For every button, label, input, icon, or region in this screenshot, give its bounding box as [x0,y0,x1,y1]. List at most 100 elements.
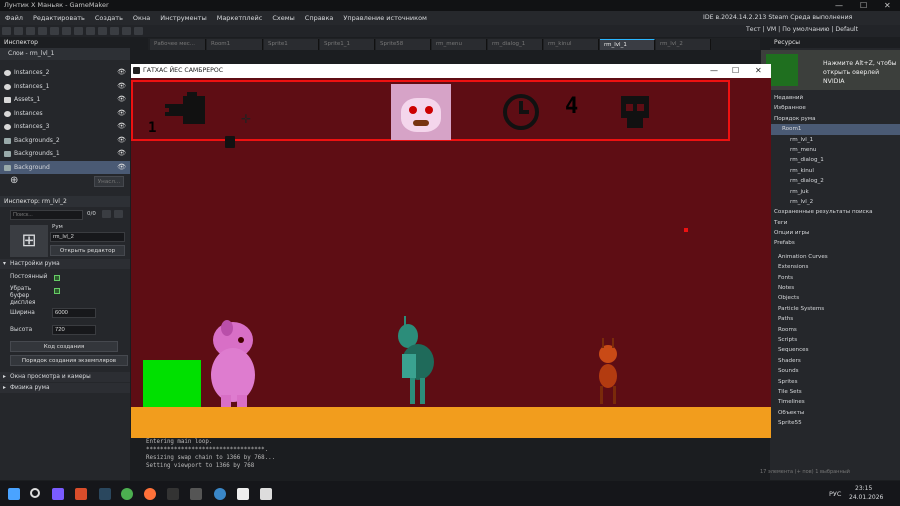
room-settings-section[interactable]: Настройки рума [0,259,130,269]
menu-file[interactable]: Файл [0,11,28,25]
layer-row[interactable]: Instances 👁 [0,107,130,121]
resource-folder[interactable]: Animation Curves [770,252,900,262]
resource-folder[interactable]: Rooms [770,325,900,335]
layer-row[interactable]: Backgrounds_2 👁 [0,134,130,148]
resource-folder[interactable]: Timelines [770,397,900,407]
menu-edit[interactable]: Редактировать [28,11,90,25]
tab-rm-kinul[interactable]: rm_kinul [544,39,599,50]
resource-folder[interactable]: Extensions [770,262,900,272]
height-field[interactable] [52,325,96,335]
room-name-field[interactable] [50,232,125,242]
search-input[interactable] [10,210,83,220]
app-icon[interactable] [214,488,226,500]
resource-tree-item[interactable]: Порядок рума [770,114,900,124]
menu-marketplace[interactable]: Маркетплейс [212,11,268,25]
eye-icon[interactable]: 👁 [117,66,126,80]
new-icon[interactable] [2,27,11,35]
layer-row[interactable]: Assets_1 👁 [0,93,130,107]
resource-tree-item[interactable]: Избранное [770,103,900,113]
build-icon[interactable] [86,27,95,35]
gamemaker-icon[interactable] [260,488,272,500]
resource-folder[interactable]: Shaders [770,356,900,366]
physics-section[interactable]: Физика рума [0,383,130,393]
menu-help[interactable]: Справка [300,11,339,25]
search-icon[interactable] [30,488,40,498]
resource-tree-item[interactable]: rm_dialog_1 [770,155,900,165]
resource-folder[interactable]: Notes [770,283,900,293]
layer-row[interactable]: Backgrounds_1 👁 [0,147,130,161]
app-icon[interactable] [75,488,87,500]
resource-folder[interactable]: Sprites [770,377,900,387]
resource-folder[interactable]: Particle Systems [770,304,900,314]
layer-row[interactable]: Background 👁 [0,160,130,175]
eye-icon[interactable]: 👁 [117,161,126,175]
resource-folder[interactable]: Sprite55 [770,418,900,428]
instance-order-button[interactable]: Порядок создания экземпляров [10,355,128,366]
resource-tree-item[interactable]: rm_dialog_2 [770,176,900,186]
gamemaker-icon[interactable] [237,488,249,500]
resource-folder[interactable]: Fonts [770,273,900,283]
app-icon[interactable] [190,488,202,500]
debug-icon[interactable] [50,27,59,35]
minimize-button[interactable]: — [835,0,843,11]
run-icon[interactable] [62,27,71,35]
tab-sprite1[interactable]: Sprite1 [264,39,319,50]
resource-folder[interactable]: Объекты [770,408,900,418]
resource-tree-item[interactable]: Опции игры [770,228,900,238]
tab-workspace[interactable]: Рабочее мес... [150,39,206,50]
creation-code-button[interactable]: Код создания [10,341,118,352]
next-icon[interactable] [114,210,123,218]
clean-icon[interactable] [38,27,47,35]
zoom-out-icon[interactable] [122,27,131,35]
resource-tree-item[interactable]: rm_menu [770,145,900,155]
persistent-checkbox[interactable] [54,275,60,281]
app-icon[interactable] [52,488,64,500]
tab-rm-dialog-1[interactable]: rm_dialog_1 [488,39,543,50]
resource-tree-item[interactable]: rm_juk [770,187,900,197]
resource-folder[interactable]: Objects [770,293,900,303]
resource-folder[interactable]: Paths [770,314,900,324]
clear-buffer-checkbox[interactable] [54,288,60,294]
prev-icon[interactable] [102,210,111,218]
inherit-button[interactable]: Унасл... [94,176,124,187]
tab-rm-lvl-1[interactable]: rm_lvl_1 [600,39,655,50]
layer-row[interactable]: Instances_2 👁 [0,66,130,80]
resource-folder[interactable]: Tile Sets [770,387,900,397]
menu-source-control[interactable]: Управление источником [338,11,432,25]
tab-sprite1-1[interactable]: Sprite1_1 [320,39,375,50]
tab-rm-menu[interactable]: rm_menu [432,39,487,50]
resource-tree-item[interactable]: rm_kinul [770,166,900,176]
resource-folder[interactable]: Sequences [770,345,900,355]
layer-row[interactable]: Instances_1 👁 [0,80,130,94]
resource-tree-item[interactable]: Сохраненные результаты поиска [770,207,900,217]
tab-rm-lvl-2[interactable]: rm_lvl_2 [656,39,711,50]
zoom-reset-icon[interactable] [134,27,143,35]
layer-row[interactable]: Instances_3 👁 [0,120,130,134]
layers-label[interactable]: Слои - rm_lvl_1 [0,48,130,60]
resource-tree-item[interactable]: Prefabs [770,238,900,248]
resource-tree-item[interactable]: Теги [770,218,900,228]
menu-create[interactable]: Создать [90,11,128,25]
eye-icon[interactable]: 👁 [117,147,126,161]
steam-icon[interactable] [99,488,111,500]
eye-icon[interactable]: 👁 [117,93,126,107]
width-field[interactable] [52,308,96,318]
game-close-button[interactable]: ✕ [755,64,762,78]
menu-tools[interactable]: Инструменты [155,11,212,25]
add-layer-icon[interactable]: ⊕ [10,175,18,186]
language-indicator[interactable]: РУС [829,490,841,498]
menu-layouts[interactable]: Схемы [267,11,299,25]
game-minimize-button[interactable]: — [710,64,718,78]
firefox-icon[interactable] [144,488,156,500]
target-selector[interactable]: Тест | VM | По умолчанию | Default [746,26,858,33]
chrome-icon[interactable] [121,488,133,500]
stop-icon[interactable] [74,27,83,35]
resource-tree-item[interactable]: Недавний [770,93,900,103]
resource-tree-item[interactable]: rm_lvl_1 [770,135,900,145]
tab-sprite58[interactable]: Sprite58 [376,39,431,50]
eye-icon[interactable]: 👁 [117,120,126,134]
eye-icon[interactable]: 👁 [117,134,126,148]
viewports-section[interactable]: Окна просмотра и камеры [0,372,130,382]
eye-icon[interactable]: 👁 [117,80,126,94]
resource-folder[interactable]: Sounds [770,366,900,376]
